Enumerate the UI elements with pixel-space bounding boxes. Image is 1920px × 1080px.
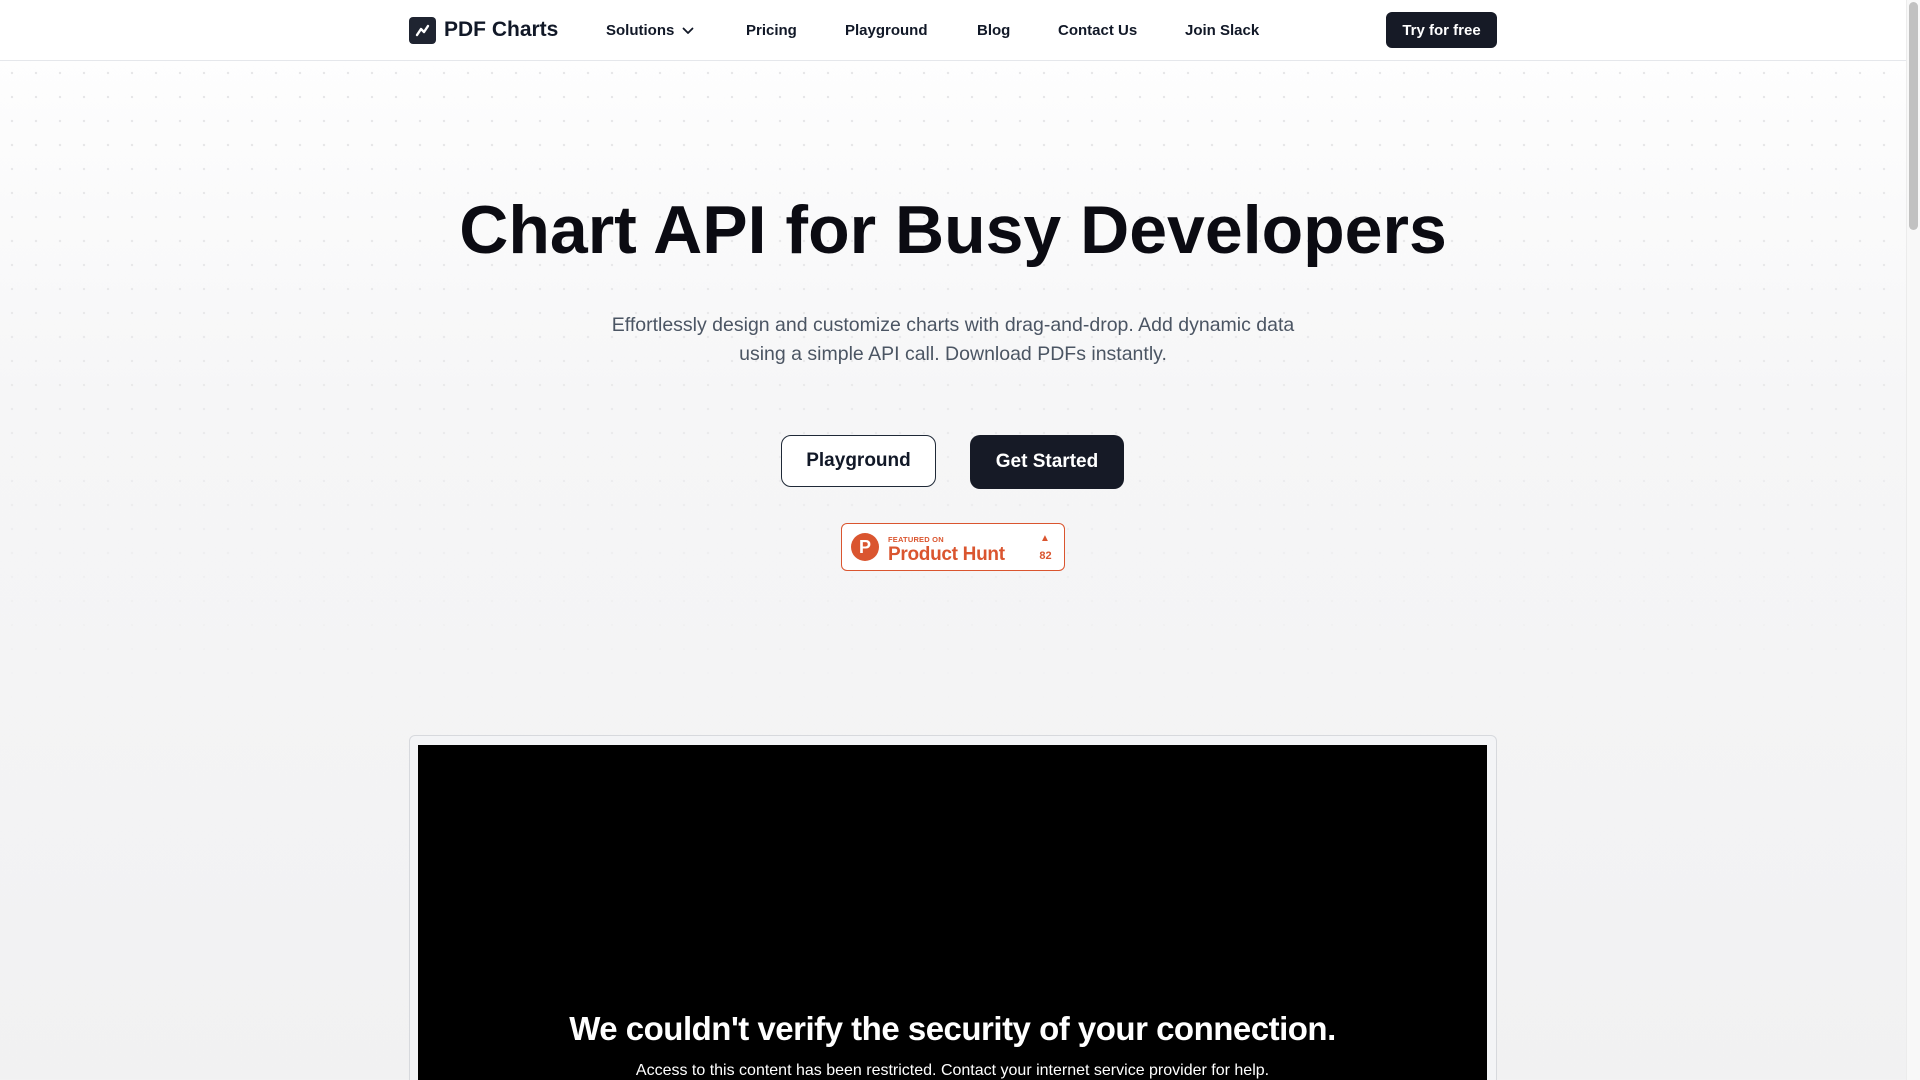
hero-title: Chart API for Busy Developers (459, 192, 1447, 268)
product-hunt-logo-letter: P (858, 536, 871, 557)
hero-subtitle: Effortlessly design and customize charts… (573, 311, 1333, 369)
upvote-arrow-icon: ▲ (1040, 533, 1050, 544)
blocked-message-title: We couldn't verify the security of your … (569, 1010, 1336, 1047)
chevron-down-icon (682, 22, 694, 39)
hero-subtitle-line-2: using a simple API call. Download PDFs i… (739, 343, 1167, 365)
playground-button[interactable]: Playground (781, 435, 936, 487)
hero-subtitle-line-1: Effortlessly design and customize charts… (611, 314, 1295, 336)
product-hunt-featured-label: FEATURED ON (888, 535, 944, 544)
product-hunt-logo-icon: P (851, 533, 879, 561)
nav-pricing[interactable]: Pricing (746, 0, 797, 60)
nav-solutions-label: Solutions (606, 21, 675, 39)
nav-join-slack[interactable]: Join Slack (1185, 0, 1259, 60)
blocked-message-text: Access to this content has been restrict… (635, 1062, 1270, 1079)
upvote-count: 82 (1039, 550, 1052, 562)
product-hunt-name: Product Hunt (888, 544, 1005, 565)
scrollbar-thumb[interactable] (1909, 2, 1918, 230)
nav-playground[interactable]: Playground (845, 0, 928, 60)
brand-name: PDF Charts (444, 18, 559, 41)
brand-logo[interactable]: PDF Charts (409, 16, 558, 44)
nav-contact-us[interactable]: Contact Us (1058, 0, 1137, 60)
nav-solutions[interactable]: Solutions (606, 0, 694, 60)
chart-logo-icon (409, 16, 436, 44)
try-for-free-button[interactable]: Try for free (1386, 12, 1497, 48)
nav-blog[interactable]: Blog (977, 0, 1010, 60)
product-hunt-badge[interactable]: P FEATURED ON Product Hunt ▲ 82 (841, 523, 1065, 571)
site-header: PDF Charts Solutions Pricing Playground … (0, 0, 1906, 61)
get-started-button[interactable]: Get Started (970, 435, 1124, 489)
